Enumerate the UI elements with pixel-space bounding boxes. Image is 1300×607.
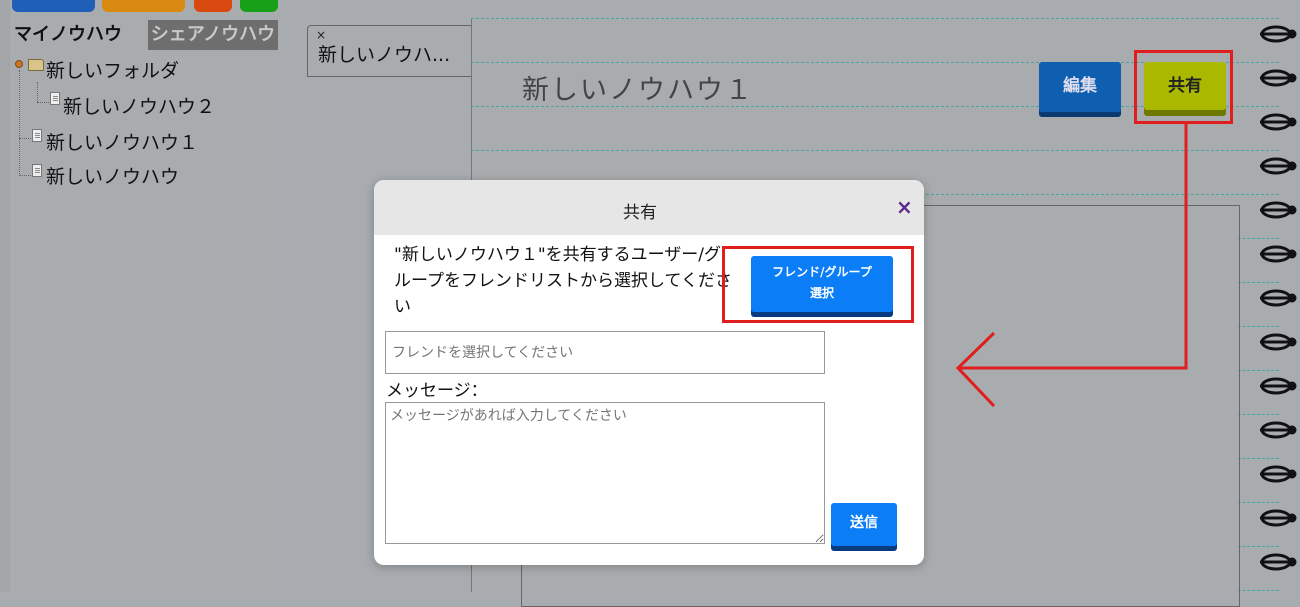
note-title: 新しいノウハウ１	[522, 75, 754, 106]
document-icon	[32, 164, 42, 177]
toolbar-button-green[interactable]	[240, 0, 278, 12]
document-icon	[50, 92, 60, 105]
folder-icon	[28, 59, 44, 71]
dialog-title: 共有	[623, 203, 657, 223]
left-gutter	[0, 0, 10, 592]
toolbar-button-orange[interactable]	[102, 0, 185, 12]
edit-button[interactable]: 編集	[1039, 62, 1121, 112]
highlight-box	[1134, 50, 1233, 124]
toolbar-button-red[interactable]	[194, 0, 232, 12]
arrow-annotation-icon	[955, 122, 1188, 408]
tree-item-knowhow-2[interactable]: 新しいノウハウ２	[63, 92, 215, 119]
tab-my-knowhow[interactable]: マイノウハウ	[14, 20, 122, 50]
message-label: メッセージ：	[386, 381, 488, 401]
tab-shared-knowhow[interactable]: シェアノウハウ	[148, 20, 278, 50]
toolbar-button-blue[interactable]	[12, 0, 95, 12]
tree-connector	[37, 102, 49, 103]
highlight-box	[722, 246, 914, 323]
friend-input[interactable]	[385, 331, 825, 374]
binder-rings-icon	[1258, 25, 1297, 571]
document-tab-label: 新しいノウハ...	[318, 44, 451, 66]
document-icon	[32, 129, 42, 142]
tree-connector	[19, 70, 20, 176]
tree-item-folder[interactable]: 新しいフォルダ	[46, 56, 179, 83]
expand-icon[interactable]	[15, 60, 23, 68]
close-icon[interactable]: ×	[896, 195, 913, 219]
tree-item-knowhow[interactable]: 新しいノウハウ	[46, 162, 179, 189]
sidebar	[10, 0, 284, 592]
send-button[interactable]: 送信	[831, 503, 897, 546]
dialog-description: "新しいノウハウ１"を共有するユーザー/グループをフレンドリストから選択してくだ…	[394, 245, 732, 317]
message-textarea[interactable]	[385, 402, 825, 544]
share-dialog: 共有 × "新しいノウハウ１"を共有するユーザー/グループをフレンドリストから選…	[374, 180, 924, 565]
tree-connector	[37, 82, 38, 102]
tree-connector	[19, 175, 31, 176]
ruled-line	[471, 18, 1279, 19]
tree-connector	[19, 138, 31, 139]
tree-item-knowhow-1[interactable]: 新しいノウハウ１	[46, 128, 198, 155]
